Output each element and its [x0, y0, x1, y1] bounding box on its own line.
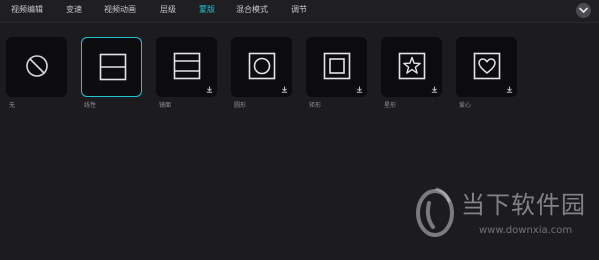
mask-none-label: 无: [9, 102, 16, 109]
tab-layer[interactable]: 层级: [160, 5, 176, 15]
chevron-down-icon: [579, 7, 588, 13]
tab-mask[interactable]: 蒙版: [199, 5, 215, 15]
rectangle-mask-icon: [323, 52, 351, 80]
collapse-button[interactable]: [576, 3, 591, 18]
watermark-url: www.downxia.com: [479, 225, 573, 236]
mirror-mask-icon: [173, 52, 201, 80]
mask-mirror-label: 镜面: [159, 102, 172, 109]
download-icon: [431, 86, 438, 93]
mask-none-tile[interactable]: [6, 37, 67, 97]
download-icon: [281, 86, 288, 93]
circle-mask-icon: [248, 52, 276, 80]
tab-bar: 视频编辑 变速 视频动画 层级 蒙版 混合模式 调节: [0, 0, 599, 23]
mask-linear-tile[interactable]: [81, 37, 142, 97]
mask-linear-label: 线性: [84, 102, 97, 109]
tab-speed[interactable]: 变速: [66, 5, 82, 15]
watermark: 当下软件园 www.downxia.com: [413, 183, 586, 245]
tab-video-animation[interactable]: 视频动画: [104, 5, 136, 15]
mask-heart-label: 爱心: [459, 102, 472, 109]
mask-heart-tile[interactable]: [456, 37, 517, 97]
download-icon: [356, 86, 363, 93]
tab-video-edit[interactable]: 视频编辑: [11, 5, 43, 15]
heart-mask-icon: [473, 52, 501, 80]
tab-blend-mode[interactable]: 混合模式: [236, 5, 268, 15]
mask-rectangle-label: 矩形: [309, 102, 322, 109]
download-icon: [206, 86, 213, 93]
star-mask-icon: [398, 52, 426, 80]
mask-mirror-tile[interactable]: [156, 37, 217, 97]
download-icon: [506, 86, 513, 93]
mask-rectangle-tile[interactable]: [306, 37, 367, 97]
linear-mask-icon: [99, 53, 127, 81]
watermark-title: 当下软件园: [461, 191, 586, 219]
mask-circle-tile[interactable]: [231, 37, 292, 97]
watermark-logo-icon: [416, 187, 454, 237]
mask-star-tile[interactable]: [381, 37, 442, 97]
mask-star-label: 星形: [384, 102, 397, 109]
mask-circle-label: 圆形: [234, 102, 247, 109]
none-circle-slash-icon: [26, 55, 48, 77]
tab-adjust[interactable]: 调节: [291, 5, 307, 15]
